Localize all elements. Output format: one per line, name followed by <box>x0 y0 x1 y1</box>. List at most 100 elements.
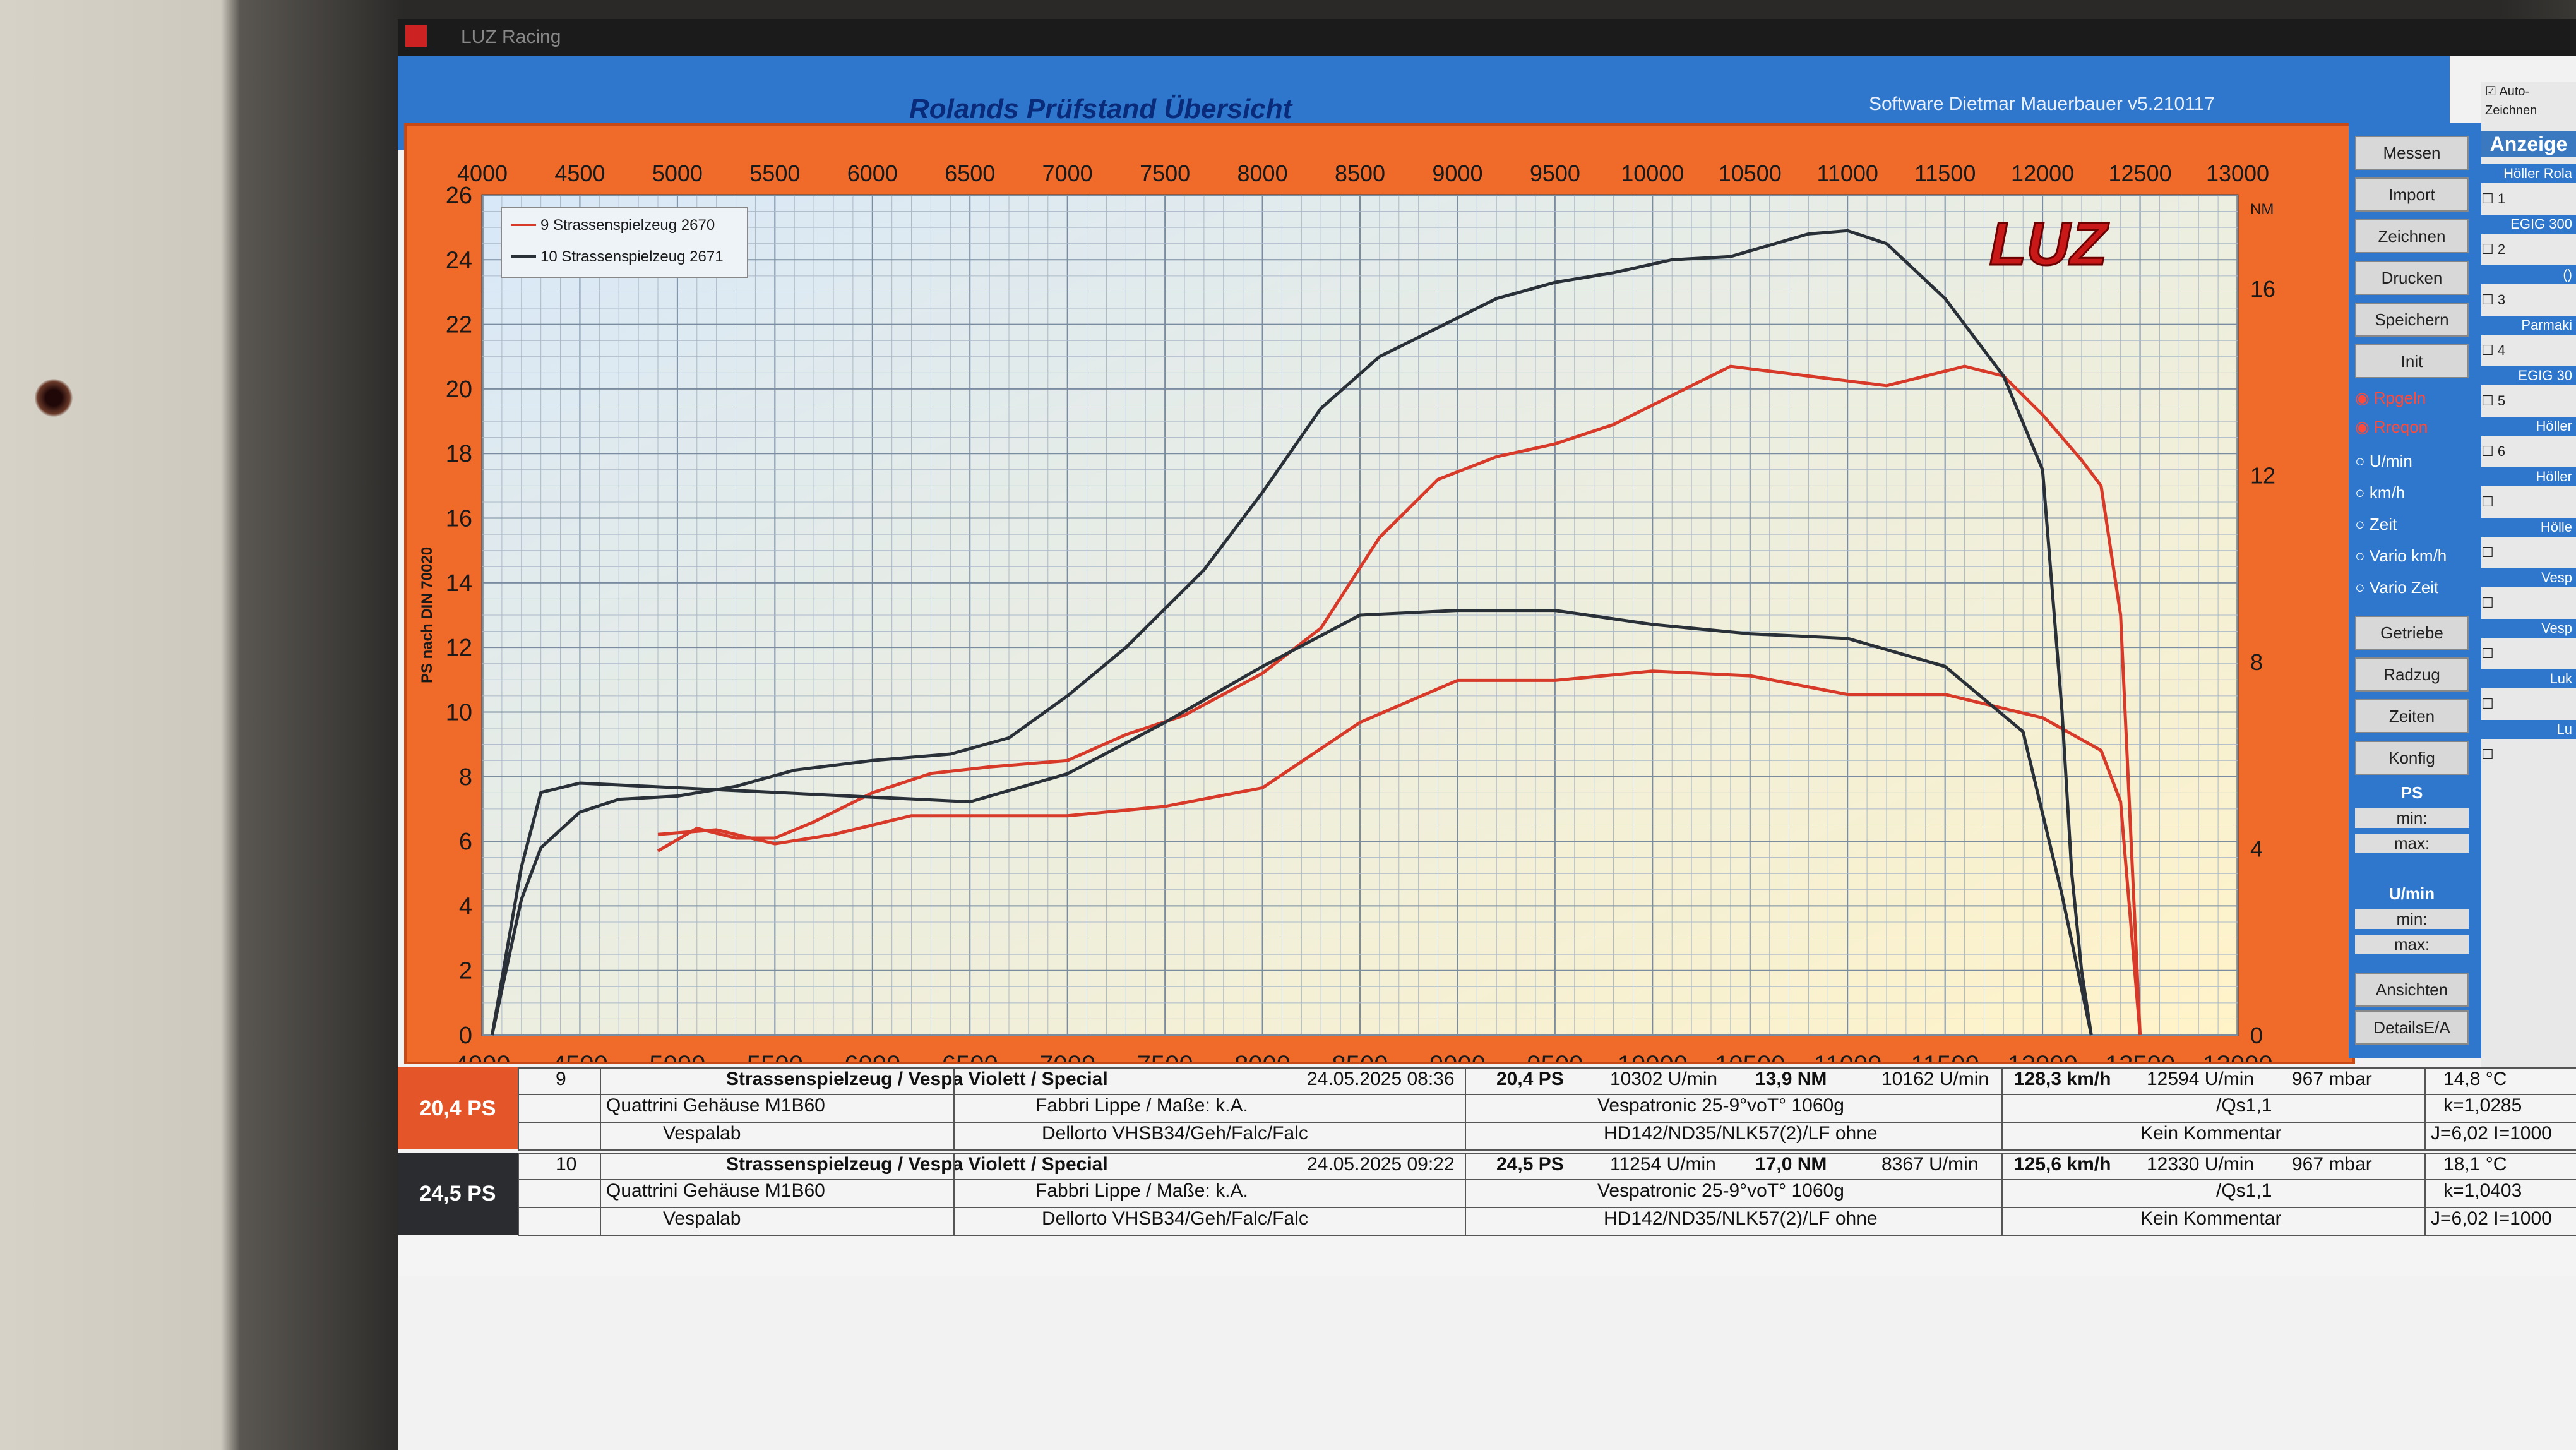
run-temperature: 18,1 °C <box>2443 1154 2507 1175</box>
table-rule <box>518 1235 2576 1236</box>
y-tick: 14 <box>446 570 472 597</box>
y-axis-label: PS nach DIN 70020 <box>419 547 436 683</box>
app-window: LUZ Racing Rolands Prüfstand Übersicht S… <box>398 19 2576 1450</box>
ps-max: max: <box>2355 834 2469 853</box>
runs-table: 20,4 PS 9 Strassenspielzeug / Vespa Violet… <box>398 1067 2576 1276</box>
table-rule <box>518 1153 2576 1154</box>
x-tick: 10000 <box>1618 1051 1688 1062</box>
run-power-badge: 24,5 PS <box>398 1153 518 1235</box>
run-torque-rpm: 10162 U/min <box>1881 1069 1989 1089</box>
display-checkbox-row[interactable]: ☐ 2 <box>2481 240 2576 259</box>
dyno-chart: 4000400045004500500050005500550060006000… <box>419 160 2275 1062</box>
x-tick: 7500 <box>1137 1051 1193 1062</box>
x-tick: 5000 <box>649 1051 705 1062</box>
button-details[interactable]: DetailsE/A <box>2355 1010 2469 1045</box>
run-max-power: 24,5 PS <box>1496 1154 1564 1175</box>
table-column-rule <box>953 1067 955 1149</box>
button-radzug[interactable]: Radzug <box>2355 657 2469 692</box>
x-tick: 8500 <box>1332 1051 1388 1062</box>
button-getriebe[interactable]: Getriebe <box>2355 616 2469 650</box>
x-tick-top: 5500 <box>749 160 800 186</box>
x-tick-top: 6000 <box>847 160 898 186</box>
display-group-header: Höller Rola <box>2481 164 2576 183</box>
x-tick-top: 7500 <box>1140 160 1190 186</box>
button-zeichnen[interactable]: Zeichnen <box>2355 219 2469 253</box>
x-tick: 12000 <box>2007 1051 2077 1062</box>
button-ansichten[interactable]: Ansichten <box>2355 973 2469 1007</box>
run-pressure: 967 mbar <box>2292 1069 2372 1089</box>
window-title: LUZ Racing <box>461 27 561 47</box>
run-jetting: HD142/ND35/NLK57(2)/LF ohne <box>1604 1208 1878 1229</box>
radio-umin[interactable]: ○ U/min <box>2355 452 2412 471</box>
x-tick-top: 10500 <box>1719 160 1782 186</box>
table-column-rule <box>2001 1153 2003 1235</box>
button-init[interactable]: Init <box>2355 344 2469 378</box>
display-checkbox-row[interactable]: ☐ <box>2481 493 2576 512</box>
auto-draw-checkbox[interactable]: ☑ Auto-Zeichnen <box>2481 82 2576 120</box>
button-konfig[interactable]: Konfig <box>2355 741 2469 775</box>
run-builder: Vespalab <box>663 1208 741 1229</box>
x-tick-top: 12500 <box>2109 160 2172 186</box>
ps-stat-label: PS <box>2400 783 2423 802</box>
legend: 9 Strassenspielzeug 2670 10 Strassenspiel… <box>501 207 748 278</box>
radio-rreqon[interactable]: ◉ Rreqon <box>2355 417 2428 437</box>
x-tick: 9500 <box>1527 1051 1583 1062</box>
display-checkbox-row[interactable]: ☐ 5 <box>2481 392 2576 410</box>
run-power-rpm: 10302 U/min <box>1610 1069 1718 1089</box>
button-messen[interactable]: Messen <box>2355 136 2469 170</box>
button-drucken[interactable]: Drucken <box>2355 261 2469 295</box>
legend-entry: 9 Strassenspielzeug 2670 <box>540 217 715 234</box>
x-tick: 4000 <box>455 1051 511 1062</box>
y-tick: 4 <box>459 893 472 920</box>
table-column-rule <box>518 1153 519 1235</box>
run-temperature: 14,8 °C <box>2443 1069 2507 1089</box>
display-group-header: Vesp <box>2481 568 2576 587</box>
display-checkbox-row[interactable]: ☐ <box>2481 644 2576 663</box>
display-checkbox-row[interactable]: ☐ <box>2481 543 2576 562</box>
run-inertia: J=6,02 I=1000 <box>2431 1123 2552 1144</box>
button-import[interactable]: Import <box>2355 177 2469 212</box>
y-tick: 16 <box>446 506 472 532</box>
x-tick-top: 11500 <box>1914 160 1976 186</box>
y-tick: 18 <box>446 441 472 467</box>
table-rule <box>518 1067 2576 1069</box>
display-checkbox-row[interactable]: ☐ 3 <box>2481 291 2576 309</box>
display-title: Anzeige <box>2481 131 2576 157</box>
display-checkbox-row[interactable]: ☐ 1 <box>2481 189 2576 208</box>
x-tick-top: 9000 <box>1432 160 1482 186</box>
auto-draw-label: Auto-Zeichnen <box>2485 85 2537 117</box>
y-tick: 22 <box>446 312 472 339</box>
button-speichern[interactable]: Speichern <box>2355 303 2469 337</box>
x-tick-top: 6500 <box>945 160 995 186</box>
display-checkbox-row[interactable]: ☐ <box>2481 695 2576 714</box>
x-tick-top: 13000 <box>2206 160 2269 186</box>
display-checkbox-row[interactable]: ☐ <box>2481 594 2576 613</box>
run-engine-case: Quattrini Gehäuse M1B60 <box>606 1095 825 1116</box>
radio-variokmh[interactable]: ○ Vario km/h <box>2355 546 2447 566</box>
radio-rpgeln[interactable]: ◉ Rpgeln <box>2355 388 2426 408</box>
run-max-torque: 13,9 NM <box>1755 1069 1827 1089</box>
dyno-chart-frame: 4000400045004500500050005500550060006000… <box>404 123 2355 1064</box>
wall-hole <box>35 379 73 417</box>
umin-max: max: <box>2355 935 2469 954</box>
table-column-rule <box>2001 1067 2003 1149</box>
x-tick-top: 4500 <box>554 160 605 186</box>
run-carburetor: Dellorto VHSB34/Geh/Falc/Falc <box>1042 1208 1308 1229</box>
run-engine-case: Quattrini Gehäuse M1B60 <box>606 1180 825 1201</box>
display-checkbox-row[interactable]: ☐ <box>2481 745 2576 764</box>
x-tick-top: 5000 <box>652 160 703 186</box>
radio-variozeit[interactable]: ○ Vario Zeit <box>2355 578 2438 597</box>
x-tick-top: 10000 <box>1621 160 1684 186</box>
display-checkbox-row[interactable]: ☐ 6 <box>2481 442 2576 461</box>
y-tick: 2 <box>459 958 472 985</box>
radio-zeit[interactable]: ○ Zeit <box>2355 515 2397 534</box>
radio-kmh[interactable]: ○ km/h <box>2355 483 2405 503</box>
display-group-header: Höller <box>2481 417 2576 436</box>
umin-min: min: <box>2355 909 2469 929</box>
run-power-badge: 20,4 PS <box>398 1067 518 1149</box>
control-panel: Messen Import Zeichnen Drucken Speichern Init… <box>2349 123 2481 1058</box>
button-zeiten[interactable]: Zeiten <box>2355 699 2469 733</box>
display-checkbox-row[interactable]: ☐ 4 <box>2481 341 2576 360</box>
run-max-rpm: 12330 U/min <box>2147 1154 2255 1175</box>
table-column-rule <box>518 1067 519 1149</box>
